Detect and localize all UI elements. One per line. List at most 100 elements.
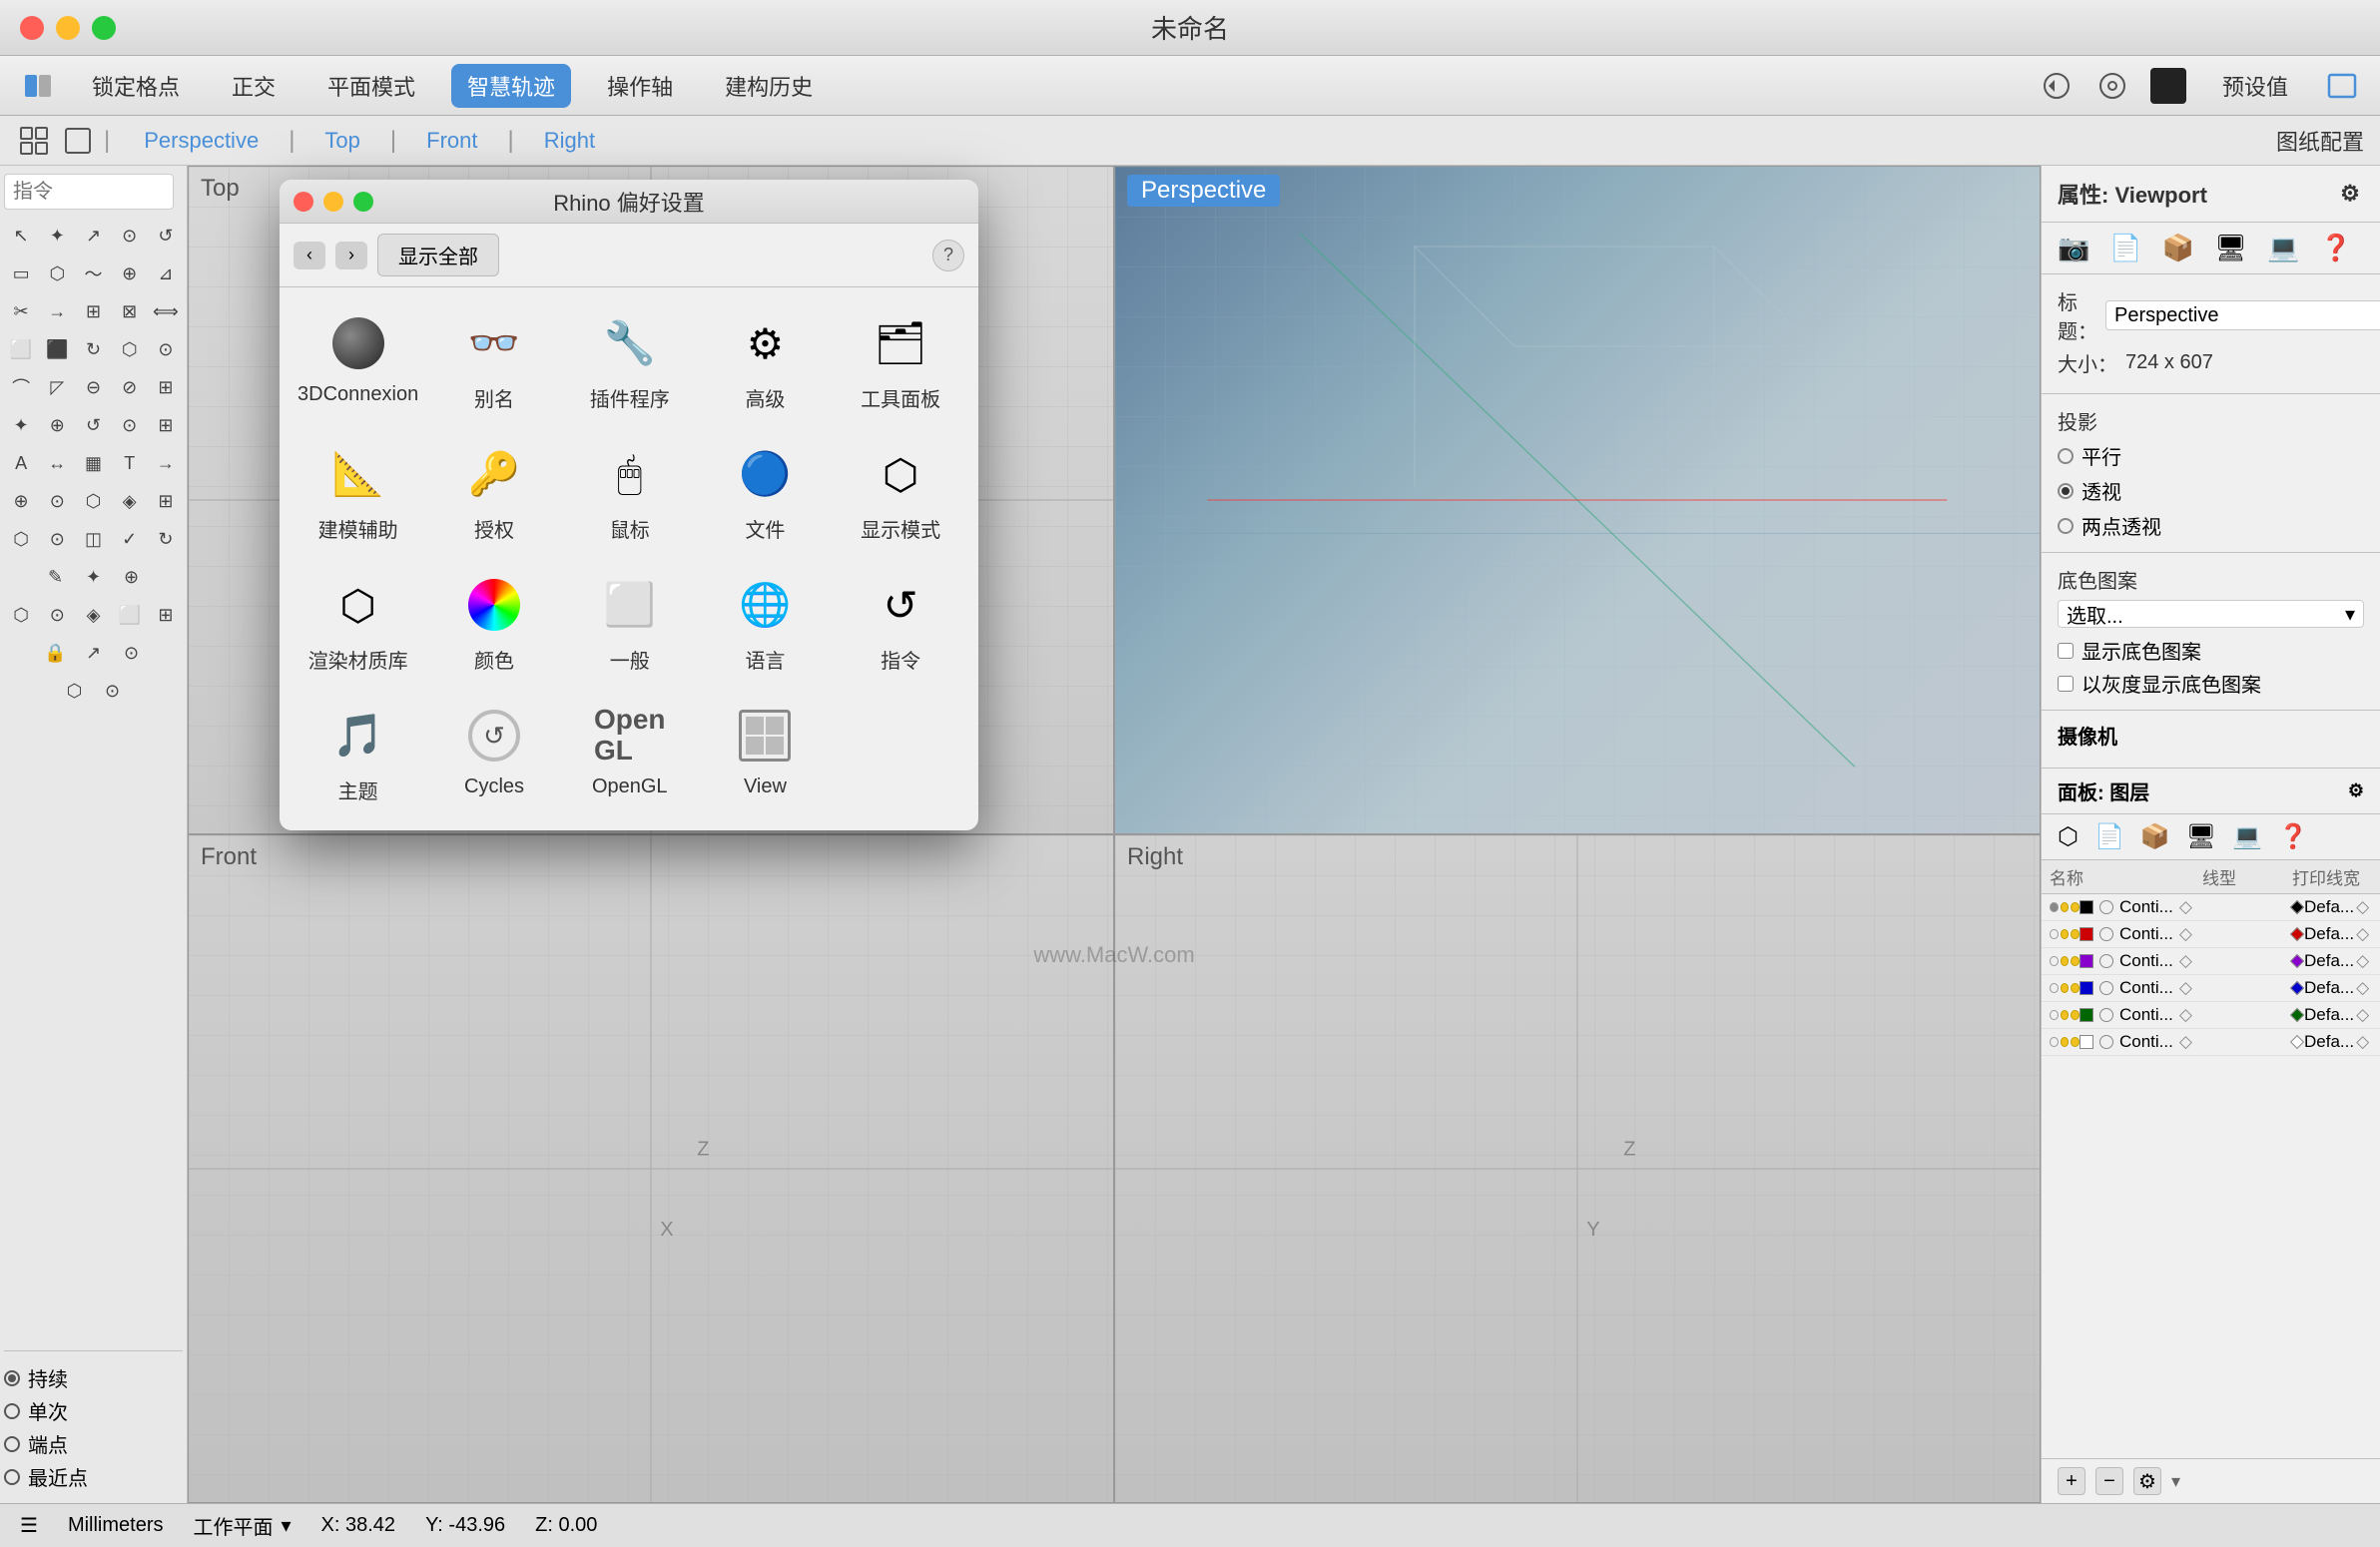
- dialog-minimize-button[interactable]: [323, 192, 343, 212]
- chamfer-tool[interactable]: ◸: [40, 369, 74, 405]
- monitor-icon[interactable]: 🖥: [2214, 233, 2247, 263]
- table-row[interactable]: Conti... ◇ Defa... ◇: [2042, 975, 2380, 1002]
- color-swatch-button[interactable]: [2150, 68, 2186, 104]
- edit-tool[interactable]: ✎: [38, 559, 74, 595]
- join-tool[interactable]: ⊞: [76, 293, 110, 329]
- view-tool[interactable]: ◫: [76, 521, 110, 557]
- background-select[interactable]: 选取... ▾: [2058, 600, 2364, 628]
- perspective-radio-item[interactable]: 透视: [2058, 476, 2364, 505]
- title-input[interactable]: [2105, 300, 2380, 330]
- layers-panel-settings-icon[interactable]: ⚙: [2348, 780, 2364, 801]
- scale-tool[interactable]: ⊕: [40, 407, 74, 443]
- array-tool[interactable]: ⊞: [149, 369, 183, 405]
- single-view-icon[interactable]: [60, 123, 96, 159]
- freeform-tool[interactable]: 〜: [76, 256, 110, 291]
- loft-tool[interactable]: ⬡: [113, 331, 147, 367]
- show-all-button[interactable]: 显示全部: [377, 234, 499, 276]
- split-tool[interactable]: ⊘: [113, 369, 147, 405]
- layer-settings-button[interactable]: ⚙: [2133, 1467, 2161, 1495]
- detail-icon[interactable]: 🖥: [2186, 822, 2216, 851]
- cube-icon[interactable]: 📦: [2162, 233, 2194, 263]
- dialog-item-theme[interactable]: 🎵 主题: [290, 690, 426, 820]
- parallel-radio-item[interactable]: 平行: [2058, 441, 2364, 470]
- text-tool[interactable]: T: [113, 445, 147, 481]
- dialog-maximize-button[interactable]: [353, 192, 373, 212]
- doc-icon[interactable]: 📄: [2109, 233, 2141, 263]
- once-snap[interactable]: 单次: [4, 1396, 183, 1425]
- twopoint-radio-dot[interactable]: [2058, 518, 2074, 534]
- dialog-item-command[interactable]: ↺ 指令: [833, 559, 968, 690]
- move-tool[interactable]: ✦: [4, 407, 38, 443]
- snap-tool[interactable]: ⊕: [4, 483, 38, 519]
- dialog-forward-button[interactable]: ›: [335, 242, 367, 269]
- tab-front[interactable]: Front: [396, 120, 507, 162]
- revolve-tool[interactable]: ↻: [76, 331, 110, 367]
- sidebar-toggle-button[interactable]: [20, 68, 56, 104]
- dialog-item-license[interactable]: 🔑 授权: [426, 428, 562, 559]
- vis-tool[interactable]: ⊙: [114, 635, 150, 671]
- shape-d-tool[interactable]: ⬜: [113, 597, 147, 633]
- history-button[interactable]: 建构历史: [709, 64, 829, 108]
- viewport-front[interactable]: Z X Front: [188, 834, 1114, 1503]
- dialog-item-alias[interactable]: 👓 别名: [426, 297, 562, 428]
- help-layers-icon[interactable]: ❓: [2278, 822, 2308, 851]
- table-row[interactable]: Conti... ◇ Defa... ◇: [2042, 1002, 2380, 1029]
- extra-b-tool[interactable]: ⊙: [95, 673, 131, 709]
- dialog-item-advanced[interactable]: ⚙ 高级: [698, 297, 834, 428]
- pages-icon[interactable]: 📄: [2094, 822, 2124, 851]
- sweep-tool[interactable]: ⊙: [149, 331, 183, 367]
- dialog-help-button[interactable]: ?: [932, 240, 964, 271]
- dialog-item-opengl[interactable]: OpenGL OpenGL: [562, 690, 698, 820]
- table-row[interactable]: Conti... ◇ Defa... ◇: [2042, 1029, 2380, 1056]
- dialog-item-cycles[interactable]: ↺ Cycles: [426, 690, 562, 820]
- dialog-close-button[interactable]: [294, 192, 313, 212]
- workplane-section[interactable]: 工作平面 ▾: [194, 1511, 292, 1540]
- shape-b-tool[interactable]: ⊙: [40, 597, 74, 633]
- point-tool[interactable]: ✦: [40, 218, 74, 254]
- offset-tool[interactable]: ⊿: [149, 256, 183, 291]
- extrude-tool[interactable]: ⬛: [40, 331, 74, 367]
- dialog-item-3dconnexion[interactable]: 3DConnexion: [290, 297, 426, 428]
- tab-right[interactable]: Right: [514, 120, 625, 162]
- select-tool[interactable]: ↖: [4, 218, 38, 254]
- dialog-item-plugins[interactable]: 🔧 插件程序: [562, 297, 698, 428]
- named-icon[interactable]: 💻: [2232, 822, 2262, 851]
- explode-tool[interactable]: ⊠: [113, 293, 147, 329]
- block-icon[interactable]: 📦: [2140, 822, 2170, 851]
- shape-e-tool[interactable]: ⊞: [149, 597, 183, 633]
- screen-icon[interactable]: 💻: [2267, 233, 2299, 263]
- dialog-item-language[interactable]: 🌐 语言: [698, 559, 834, 690]
- dialog-back-button[interactable]: ‹: [294, 242, 325, 269]
- arc-tool[interactable]: ↺: [149, 218, 183, 254]
- drawing-settings-button[interactable]: 图纸配置: [2276, 125, 2364, 157]
- transform-tool[interactable]: ⊞: [149, 407, 183, 443]
- copy-tool[interactable]: ⊙: [113, 407, 147, 443]
- dialog-item-general[interactable]: ⬜ 一般: [562, 559, 698, 690]
- fillet-tool[interactable]: ⌒: [4, 369, 38, 405]
- rotate-tool[interactable]: ↺: [76, 407, 110, 443]
- layer-tool[interactable]: ⬡: [4, 521, 38, 557]
- boolean-tool[interactable]: ⊖: [76, 369, 110, 405]
- rectangle-tool[interactable]: ▭: [4, 256, 38, 291]
- trim-tool[interactable]: ✂: [4, 293, 38, 329]
- panel-settings-icon[interactable]: ⚙: [2336, 180, 2364, 208]
- dialog-item-file[interactable]: 🔵 文件: [698, 428, 834, 559]
- perspective-radio-dot[interactable]: [2058, 483, 2074, 499]
- surface-tool[interactable]: ⬜: [4, 331, 38, 367]
- polygon-tool[interactable]: ⬡: [40, 256, 74, 291]
- extend-tool[interactable]: →: [40, 293, 74, 329]
- close-button[interactable]: [20, 16, 44, 40]
- table-row[interactable]: Conti... ◇ Defa... ◇: [2042, 894, 2380, 921]
- back-view-button[interactable]: [2039, 68, 2075, 104]
- add-layer-button[interactable]: +: [2058, 1467, 2085, 1495]
- layers-icon[interactable]: ⬡: [2058, 822, 2079, 851]
- dialog-item-render_materials[interactable]: ⬡ 渲染材质库: [290, 559, 426, 690]
- record-tool[interactable]: ⊕: [114, 559, 150, 595]
- persist-radio[interactable]: [4, 1370, 20, 1386]
- target-button[interactable]: [2094, 68, 2130, 104]
- dimension-tool[interactable]: ↔: [40, 445, 74, 481]
- check-tool[interactable]: ✓: [113, 521, 147, 557]
- help-panel-icon[interactable]: ❓: [2320, 233, 2352, 263]
- endpoint-snap[interactable]: 端点: [4, 1429, 183, 1458]
- leader-tool[interactable]: →: [149, 445, 183, 481]
